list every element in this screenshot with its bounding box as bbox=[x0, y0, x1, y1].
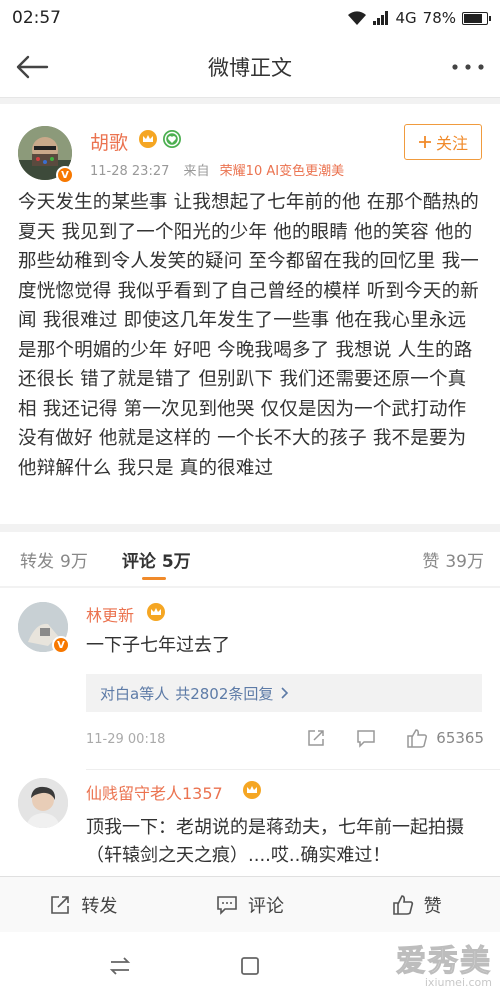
source-prefix: 来自 bbox=[183, 164, 210, 179]
chevron-right-icon bbox=[281, 687, 289, 699]
commenter-avatar[interactable] bbox=[18, 778, 68, 828]
comment-share-button[interactable] bbox=[306, 728, 326, 748]
network-type: 4G bbox=[395, 9, 417, 27]
follow-label: 关注 bbox=[435, 134, 468, 153]
comment-item: V 林更新 一下子七年过去了 对白a等人 共2802条回复 11-29 00:1… bbox=[0, 588, 500, 770]
bottom-action-bar: 转发 评论 赞 bbox=[0, 876, 500, 932]
thumbs-up-icon bbox=[392, 894, 413, 915]
comment-reply-button[interactable] bbox=[356, 728, 376, 748]
comment-label: 评论 bbox=[248, 895, 284, 917]
tab-like[interactable]: 赞 39万 bbox=[414, 532, 500, 586]
battery-percent: 78% bbox=[422, 9, 456, 27]
tab-like-label: 赞 bbox=[422, 551, 440, 572]
crown-badge-icon bbox=[139, 130, 157, 148]
interaction-tabs: 转发 9万 评论 5万 赞 39万 bbox=[0, 532, 500, 586]
reply-count: 共2802条回复 bbox=[175, 684, 274, 703]
comment-like-button[interactable]: 65365 bbox=[406, 728, 484, 748]
tab-repost-count: 9万 bbox=[60, 551, 88, 572]
follow-button[interactable]: 关注 bbox=[404, 124, 482, 160]
post-meta: 11-28 23:27 来自 荣耀10 AI变色更潮美 bbox=[90, 160, 344, 179]
author-name[interactable]: 胡歌 bbox=[90, 128, 128, 155]
like-button[interactable]: 赞 bbox=[333, 877, 500, 932]
comment-icon bbox=[357, 730, 376, 748]
back-arrow-icon bbox=[16, 55, 49, 79]
recent-apps-button[interactable] bbox=[105, 951, 135, 981]
commenter-name[interactable]: 仙贱留守老人1357 bbox=[86, 780, 223, 804]
battery-icon bbox=[462, 11, 491, 25]
plus-icon bbox=[418, 136, 431, 148]
like-label: 赞 bbox=[423, 895, 442, 917]
reply-summary: 对白a等人 bbox=[100, 684, 170, 703]
comment-icon bbox=[217, 895, 237, 915]
avatar-image bbox=[18, 778, 68, 828]
back-button[interactable] bbox=[12, 48, 52, 86]
status-icons: 4G 78% bbox=[347, 9, 491, 27]
square-icon bbox=[241, 957, 259, 975]
repost-button[interactable]: 转发 bbox=[0, 877, 167, 932]
tab-comment[interactable]: 评论 5万 bbox=[114, 532, 199, 586]
share-icon bbox=[308, 730, 325, 746]
tab-repost-label: 转发 bbox=[20, 551, 54, 572]
heart-badge-icon bbox=[163, 130, 181, 148]
tab-repost[interactable]: 转发 9万 bbox=[0, 532, 96, 586]
page-title: 微博正文 bbox=[208, 55, 292, 80]
comment-time: 11-29 00:18 bbox=[86, 732, 166, 747]
post-source[interactable]: 荣耀10 AI变色更潮美 bbox=[220, 164, 344, 179]
comment-text: 一下子七年过去了 bbox=[86, 635, 230, 656]
comment-like-count: 65365 bbox=[436, 729, 484, 747]
share-icon bbox=[51, 895, 70, 914]
crown-badge-icon bbox=[147, 603, 165, 621]
post-time: 11-28 23:27 bbox=[90, 164, 170, 179]
repost-label: 转发 bbox=[81, 895, 118, 917]
verified-badge-icon: V bbox=[56, 166, 74, 184]
replies-link[interactable]: 对白a等人 共2802条回复 bbox=[86, 674, 482, 712]
comment-button[interactable]: 评论 bbox=[167, 877, 334, 932]
status-time: 02:57 bbox=[12, 8, 61, 28]
commenter-name[interactable]: 林更新 bbox=[86, 602, 134, 626]
tab-like-count: 39万 bbox=[445, 551, 484, 572]
watermark: 爱秀美 ixiumei.com bbox=[396, 936, 493, 990]
nav-bar: 微博正文 bbox=[0, 36, 500, 98]
comment-text: 顶我一下：老胡说的是蒋劲夫，七年前一起拍摄（轩辕剑之天之痕）....哎..确实难… bbox=[86, 817, 464, 866]
tab-comment-count: 5万 bbox=[161, 551, 191, 572]
crown-badge-icon bbox=[243, 781, 261, 799]
signal-icon bbox=[373, 11, 389, 25]
post-card: V 胡歌 11-28 23:27 来自 荣耀10 AI变色更潮美 关注 今天发生… bbox=[0, 104, 500, 524]
tab-comment-label: 评论 bbox=[121, 551, 156, 572]
watermark-brand: 爱秀美 bbox=[396, 944, 492, 980]
comment-item: 仙贱留守老人1357 顶我一下：老胡说的是蒋劲夫，七年前一起拍摄（轩辕剑之天之痕… bbox=[0, 770, 500, 878]
verified-badge-icon: V bbox=[52, 636, 70, 654]
home-button[interactable] bbox=[235, 951, 265, 981]
more-dots-icon bbox=[452, 64, 484, 70]
post-body: 今天发生的某些事 让我想起了七年前的他 在那个酷热的夏天 我见到了一个阳光的少年… bbox=[18, 192, 479, 479]
status-bar: 02:57 4G 78% bbox=[0, 0, 500, 36]
comment-actions: 65365 bbox=[306, 728, 484, 748]
switch-arrows-icon bbox=[109, 957, 131, 975]
comment-list: V 林更新 一下子七年过去了 对白a等人 共2802条回复 11-29 00:1… bbox=[0, 588, 500, 878]
thumbs-up-icon bbox=[407, 729, 428, 748]
more-button[interactable] bbox=[448, 48, 488, 86]
wifi-icon bbox=[348, 11, 367, 25]
